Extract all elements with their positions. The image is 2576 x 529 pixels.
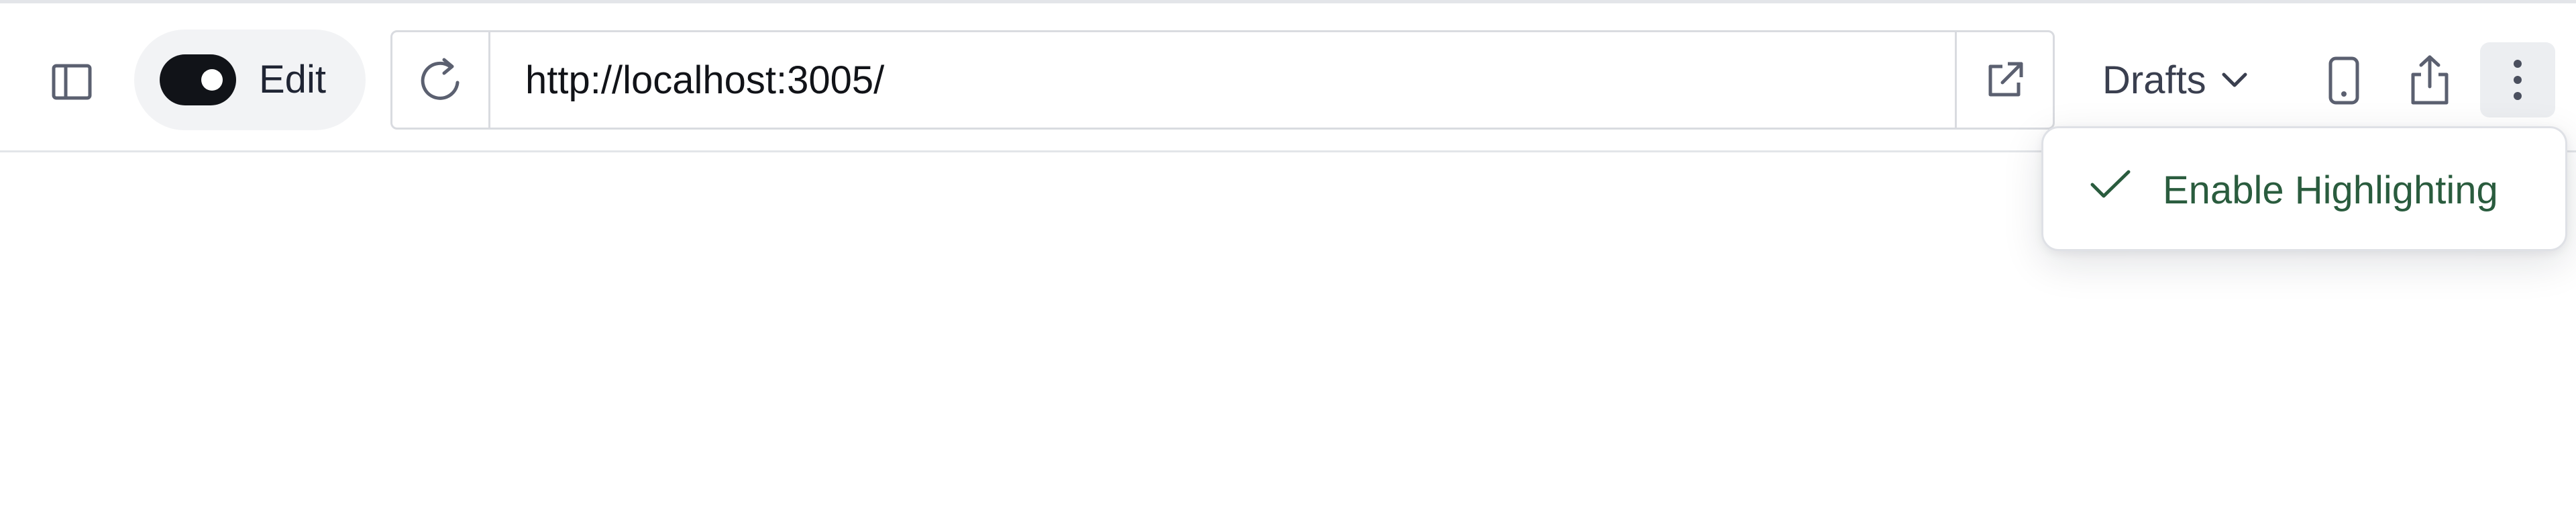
more-options-button[interactable] — [2480, 42, 2555, 117]
edit-mode-toggle[interactable]: Edit — [134, 30, 366, 130]
reload-button[interactable] — [392, 32, 490, 128]
more-vertical-icon — [2514, 60, 2522, 100]
drafts-dropdown[interactable]: Drafts — [2086, 40, 2264, 119]
menu-item-enable-highlighting[interactable]: Enable Highlighting — [2050, 135, 2559, 242]
url-input[interactable] — [490, 32, 1956, 128]
open-external-button[interactable] — [1955, 32, 2053, 128]
url-bar — [390, 30, 2055, 130]
share-button[interactable] — [2398, 45, 2462, 115]
mobile-device-icon — [2328, 56, 2359, 105]
sidebar-toggle-button[interactable] — [42, 52, 102, 112]
sidebar-panel-icon — [52, 64, 92, 100]
chevron-down-icon — [2221, 71, 2248, 89]
drafts-label: Drafts — [2102, 58, 2206, 102]
share-icon — [2411, 55, 2449, 105]
checkmark-icon — [2089, 169, 2132, 203]
toggle-knob — [201, 69, 223, 91]
external-link-icon — [1988, 62, 2023, 97]
options-menu: Enable Highlighting — [2041, 126, 2567, 251]
edit-label: Edit — [259, 58, 326, 101]
menu-item-label: Enable Highlighting — [2163, 169, 2498, 212]
reload-icon — [421, 58, 459, 100]
device-preview-button[interactable] — [2312, 47, 2376, 114]
toggle-switch[interactable] — [160, 54, 236, 105]
